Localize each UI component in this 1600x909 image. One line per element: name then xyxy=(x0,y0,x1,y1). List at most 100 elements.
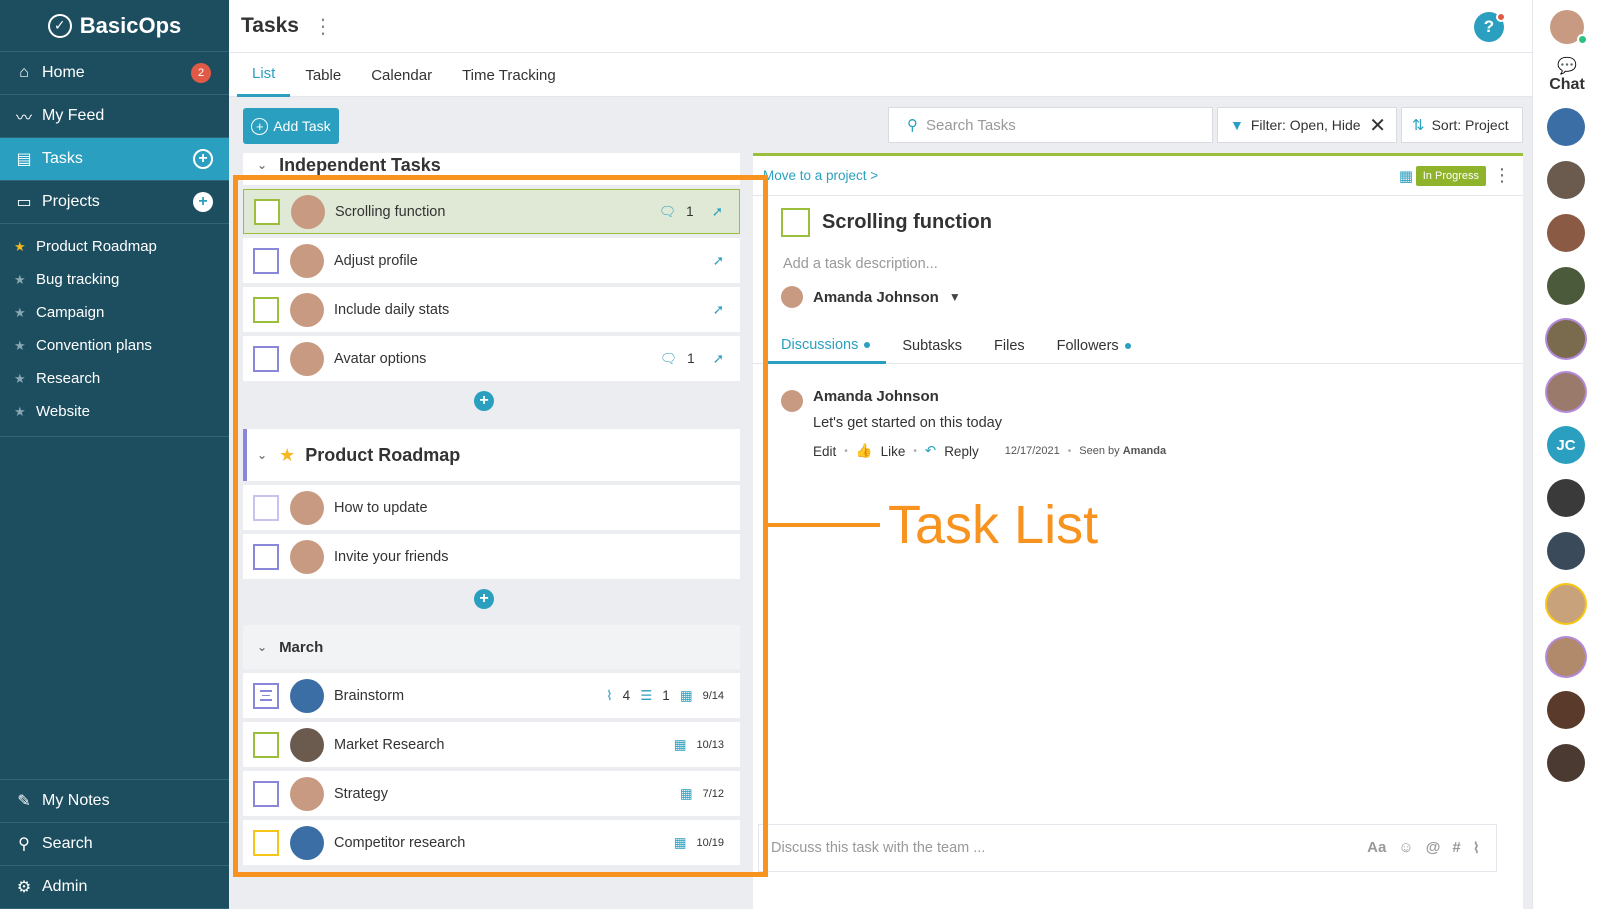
task-row[interactable]: Invite your friends xyxy=(243,534,740,579)
sidebar-item-home[interactable]: ⌂ Home 2 xyxy=(0,52,229,95)
contact-avatar[interactable] xyxy=(1547,108,1585,146)
section-header[interactable]: ⌄ Independent Tasks xyxy=(243,153,740,185)
task-row[interactable]: Strategy ▦ 7/12 xyxy=(243,771,740,816)
contact-avatar[interactable] xyxy=(1547,479,1585,517)
kebab-menu-icon[interactable]: ⋮ xyxy=(313,14,333,39)
project-item[interactable]: ★ Convention plans xyxy=(0,329,229,362)
task-checkbox[interactable] xyxy=(253,780,279,807)
task-row[interactable]: Include daily stats ➚ xyxy=(243,287,740,332)
task-row[interactable]: Scrolling function 🗨 1 ➚ xyxy=(243,189,740,234)
task-checkbox[interactable] xyxy=(254,198,280,225)
discussion-composer[interactable]: Aa ☺ @ # ⌇ xyxy=(758,824,1497,872)
detail-tab-discussions[interactable]: Discussions xyxy=(765,328,887,364)
add-tasks-icon[interactable]: + xyxy=(193,149,213,169)
project-item[interactable]: ★ Campaign xyxy=(0,296,229,329)
contact-avatar[interactable] xyxy=(1547,161,1585,199)
reply-link[interactable]: Reply xyxy=(944,444,979,459)
task-row[interactable]: How to update xyxy=(243,485,740,530)
project-item[interactable]: ★ Research xyxy=(0,362,229,395)
task-description-placeholder[interactable]: Add a task description... xyxy=(783,256,938,272)
task-checkbox[interactable] xyxy=(253,682,279,709)
task-checkbox[interactable] xyxy=(253,543,279,570)
project-item[interactable]: ★ Bug tracking xyxy=(0,263,229,296)
tab-calendar[interactable]: Calendar xyxy=(356,53,447,97)
sidebar-item-search[interactable]: ⚲ Search xyxy=(0,823,229,866)
add-task-circle-icon[interactable]: + xyxy=(474,391,494,411)
task-row[interactable]: Competitor research ▦ 10/19 xyxy=(243,820,740,865)
hashtag-icon[interactable]: # xyxy=(1452,839,1460,857)
sidebar-item-tasks[interactable]: ▤ Tasks + xyxy=(0,138,229,181)
task-checkbox[interactable] xyxy=(253,345,279,372)
filter-button[interactable]: ▼ Filter: Open, Hide ✕ xyxy=(1217,107,1397,143)
task-row[interactable]: Brainstorm ⌇ 4 ☰ 1 ▦ 9/14 xyxy=(243,673,740,718)
task-checkbox[interactable] xyxy=(253,829,279,856)
tab-time-tracking[interactable]: Time Tracking xyxy=(447,53,571,97)
more-options-icon[interactable]: ⋮ xyxy=(1493,165,1511,186)
attachment-icon[interactable]: ⌇ xyxy=(1473,839,1480,857)
contact-avatar[interactable] xyxy=(1547,320,1585,358)
star-icon[interactable]: ★ xyxy=(14,272,32,288)
contact-avatar[interactable]: JC xyxy=(1547,426,1585,464)
tab-table[interactable]: Table xyxy=(290,53,356,97)
task-complete-checkbox[interactable] xyxy=(781,208,810,237)
add-task-button[interactable]: + Add Task xyxy=(243,108,339,144)
open-arrow-icon[interactable]: ➚ xyxy=(713,351,724,367)
detail-tab-followers[interactable]: Followers xyxy=(1041,328,1147,364)
task-checkbox[interactable] xyxy=(253,296,279,323)
emoji-icon[interactable]: ☺ xyxy=(1398,839,1413,857)
sidebar-item-my-notes[interactable]: ✎ My Notes xyxy=(0,780,229,823)
detail-tab-files[interactable]: Files xyxy=(978,328,1041,364)
chevron-down-icon[interactable]: ⌄ xyxy=(257,448,267,462)
task-row[interactable]: Adjust profile ➚ xyxy=(243,238,740,283)
sidebar-item-admin[interactable]: ⚙ Admin xyxy=(0,866,229,909)
star-icon[interactable]: ★ xyxy=(14,239,32,255)
sort-button[interactable]: ⇅ Sort: Project xyxy=(1401,107,1523,143)
task-checkbox[interactable] xyxy=(253,494,279,521)
chat-button[interactable]: 💬 Chat xyxy=(1533,56,1600,94)
tab-list[interactable]: List xyxy=(237,53,291,97)
sidebar-item-my-feed[interactable]: 〰 My Feed xyxy=(0,95,229,138)
chevron-down-icon[interactable]: ⌄ xyxy=(257,640,267,654)
assignee-selector[interactable]: Amanda Johnson ▼ xyxy=(781,286,961,308)
open-arrow-icon[interactable]: ➚ xyxy=(713,302,724,318)
open-arrow-icon[interactable]: ➚ xyxy=(712,204,723,220)
task-checkbox[interactable] xyxy=(253,247,279,274)
app-logo[interactable]: ✓ BasicOps xyxy=(0,0,229,52)
star-icon[interactable]: ★ xyxy=(14,371,32,387)
search-tasks-input[interactable] xyxy=(926,116,1196,134)
sidebar-item-projects[interactable]: ▭ Projects + xyxy=(0,181,229,224)
star-icon[interactable]: ★ xyxy=(14,338,32,354)
project-item[interactable]: ★ Product Roadmap xyxy=(0,230,229,263)
task-title-text[interactable]: Scrolling function xyxy=(822,211,992,234)
chevron-down-icon[interactable]: ⌄ xyxy=(257,158,267,172)
task-row[interactable]: Avatar options 🗨 1 ➚ xyxy=(243,336,740,381)
contact-avatar[interactable] xyxy=(1547,691,1585,729)
like-link[interactable]: Like xyxy=(881,444,906,459)
star-icon[interactable]: ★ xyxy=(14,404,32,420)
contact-avatar[interactable] xyxy=(1547,532,1585,570)
contact-avatar[interactable] xyxy=(1547,373,1585,411)
clear-filter-icon[interactable]: ✕ xyxy=(1369,113,1386,138)
add-projects-icon[interactable]: + xyxy=(193,192,213,212)
contact-avatar[interactable] xyxy=(1547,744,1585,782)
add-task-circle-icon[interactable]: + xyxy=(474,589,494,609)
contact-avatar[interactable] xyxy=(1547,638,1585,676)
text-format-icon[interactable]: Aa xyxy=(1367,839,1386,857)
open-arrow-icon[interactable]: ➚ xyxy=(713,253,724,269)
discussion-input[interactable] xyxy=(771,840,1331,856)
detail-tab-subtasks[interactable]: Subtasks xyxy=(886,328,978,364)
contact-avatar[interactable] xyxy=(1547,585,1585,623)
task-row[interactable]: Market Research ▦ 10/13 xyxy=(243,722,740,767)
edit-link[interactable]: Edit xyxy=(813,444,836,459)
contact-avatar[interactable] xyxy=(1547,267,1585,305)
star-icon[interactable]: ★ xyxy=(14,305,32,321)
calendar-icon[interactable]: ▦ xyxy=(1399,167,1413,185)
mention-icon[interactable]: @ xyxy=(1426,839,1441,857)
project-item[interactable]: ★ Website xyxy=(0,395,229,428)
task-checkbox[interactable] xyxy=(253,731,279,758)
search-tasks-box[interactable]: ⚲ xyxy=(888,107,1213,143)
move-to-project-link[interactable]: Move to a project > xyxy=(763,168,878,183)
status-badge[interactable]: In Progress xyxy=(1415,165,1486,186)
section-header[interactable]: ⌄ March xyxy=(243,625,740,669)
contact-avatar[interactable] xyxy=(1547,214,1585,252)
